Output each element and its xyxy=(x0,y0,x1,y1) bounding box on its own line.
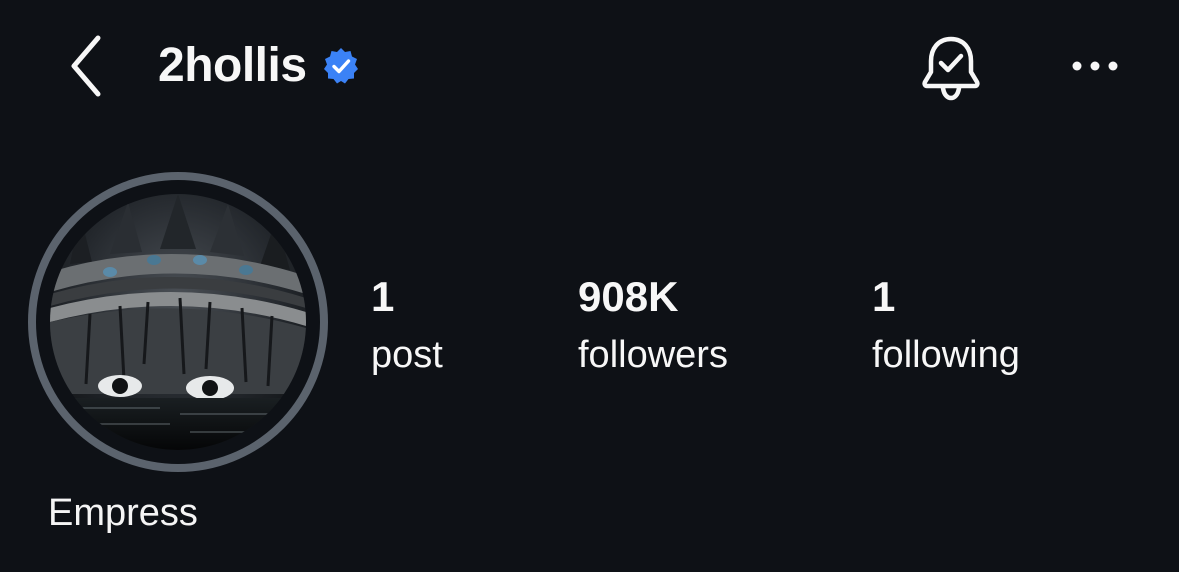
avatar-story-ring[interactable] xyxy=(28,172,328,472)
verified-badge-icon xyxy=(321,46,361,86)
bell-check-icon xyxy=(922,36,980,101)
posts-label: post xyxy=(371,334,443,376)
profile-screen: 2hollis 1 post 908K followers 1 followin… xyxy=(0,0,1179,572)
following-stat[interactable]: 1 following xyxy=(872,273,1020,376)
notifications-button[interactable] xyxy=(916,32,986,104)
avatar-image xyxy=(50,194,306,450)
username: 2hollis xyxy=(158,39,307,92)
back-button[interactable] xyxy=(56,30,116,102)
following-label: following xyxy=(872,334,1020,376)
followers-count: 908K xyxy=(578,273,679,320)
chevron-left-icon xyxy=(71,35,101,97)
posts-stat[interactable]: 1 post xyxy=(371,273,443,376)
ellipsis-horizontal-icon xyxy=(1072,61,1118,71)
followers-stat[interactable]: 908K followers xyxy=(578,273,728,376)
posts-count: 1 xyxy=(371,273,395,320)
more-options-button[interactable] xyxy=(1064,46,1126,86)
display-name: Empress xyxy=(48,492,198,534)
following-count: 1 xyxy=(872,273,896,320)
profile-header-title: 2hollis xyxy=(158,34,361,98)
avatar[interactable] xyxy=(50,194,306,450)
followers-label: followers xyxy=(578,334,728,376)
